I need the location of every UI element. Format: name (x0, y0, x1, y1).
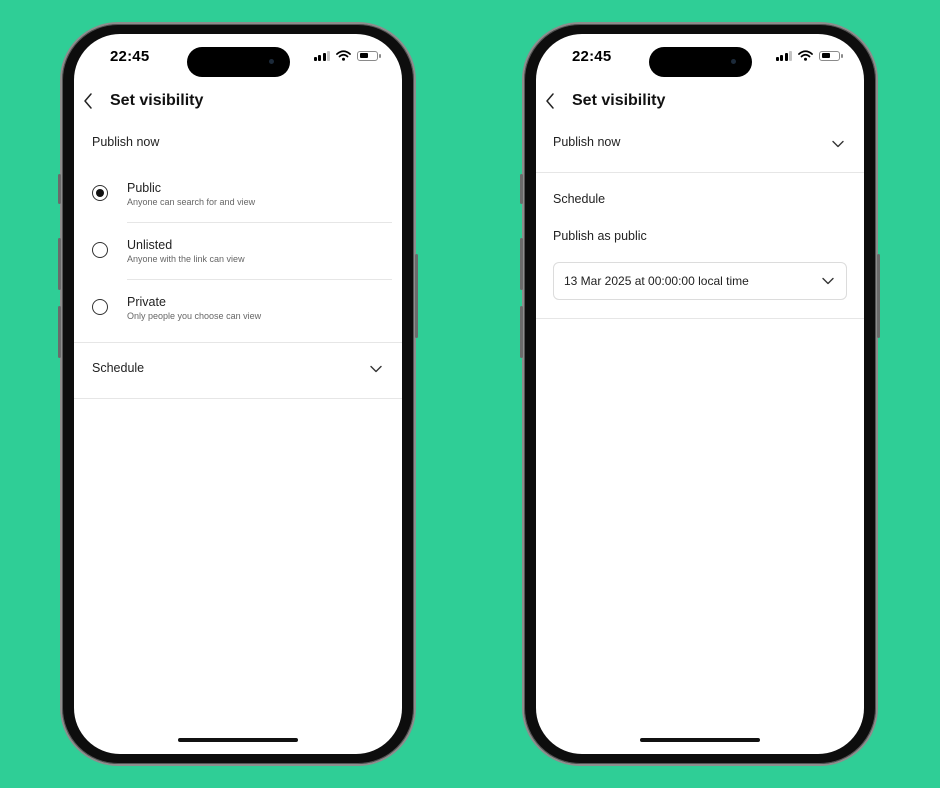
volume-down-button (58, 306, 61, 358)
divider (127, 222, 392, 223)
publish-now-label[interactable]: Publish now (92, 135, 159, 149)
section-divider (74, 398, 402, 399)
page-title: Set visibility (110, 92, 204, 109)
phone-frame-right: 22:45 Set visibility Publish now Schedul… (520, 22, 880, 766)
section-divider (536, 318, 864, 319)
battery-icon (357, 50, 381, 61)
home-indicator[interactable] (640, 738, 760, 742)
camera-icon (269, 59, 274, 64)
volume-up-button (58, 238, 61, 290)
wifi-icon (798, 50, 813, 61)
radio-private[interactable] (92, 299, 108, 315)
radio-public[interactable] (92, 185, 108, 201)
dynamic-island (187, 47, 290, 77)
section-divider (74, 342, 402, 343)
publish-as-label: Publish as public (553, 229, 647, 243)
chevron-down-icon (822, 277, 834, 285)
option-title: Private (127, 295, 166, 309)
wifi-icon (336, 50, 351, 61)
status-icons (775, 50, 843, 61)
screen: 22:45 Set visibility Publish now Public … (74, 34, 402, 754)
chevron-left-icon[interactable] (82, 92, 94, 110)
camera-icon (731, 59, 736, 64)
chevron-down-icon[interactable] (832, 140, 844, 148)
status-time: 22:45 (572, 48, 612, 65)
action-button (58, 174, 61, 204)
action-button (520, 174, 523, 204)
datetime-value: 13 Mar 2025 at 00:00:00 local time (564, 274, 749, 288)
signal-icon (775, 50, 792, 61)
page-title: Set visibility (572, 92, 666, 109)
screen: 22:45 Set visibility Publish now Schedul… (536, 34, 864, 754)
header: Set visibility (74, 88, 402, 116)
option-title: Public (127, 181, 162, 195)
option-subtitle: Only people you choose can view (127, 311, 262, 321)
header: Set visibility (536, 88, 864, 116)
dynamic-island (649, 47, 752, 77)
home-indicator[interactable] (178, 738, 298, 742)
phone-frame-left: 22:45 Set visibility Publish now Public … (58, 22, 418, 766)
schedule-label: Schedule (553, 192, 606, 206)
volume-down-button (520, 306, 523, 358)
option-subtitle: Anyone can search for and view (127, 197, 256, 207)
chevron-down-icon[interactable] (370, 365, 382, 373)
section-divider (536, 172, 864, 173)
signal-icon (313, 50, 330, 61)
radio-unlisted[interactable] (92, 242, 108, 258)
option-subtitle: Anyone with the link can view (127, 254, 245, 264)
battery-icon (819, 50, 843, 61)
publish-now-label: Publish now (553, 135, 621, 149)
option-title: Unlisted (127, 238, 173, 252)
status-icons (313, 50, 381, 61)
status-time: 22:45 (110, 48, 150, 65)
volume-up-button (520, 238, 523, 290)
schedule-datetime-select[interactable]: 13 Mar 2025 at 00:00:00 local time (553, 262, 847, 300)
power-button (877, 254, 880, 338)
schedule-label: Schedule (92, 361, 145, 375)
divider (127, 279, 392, 280)
chevron-left-icon[interactable] (544, 92, 556, 110)
power-button (415, 254, 418, 338)
